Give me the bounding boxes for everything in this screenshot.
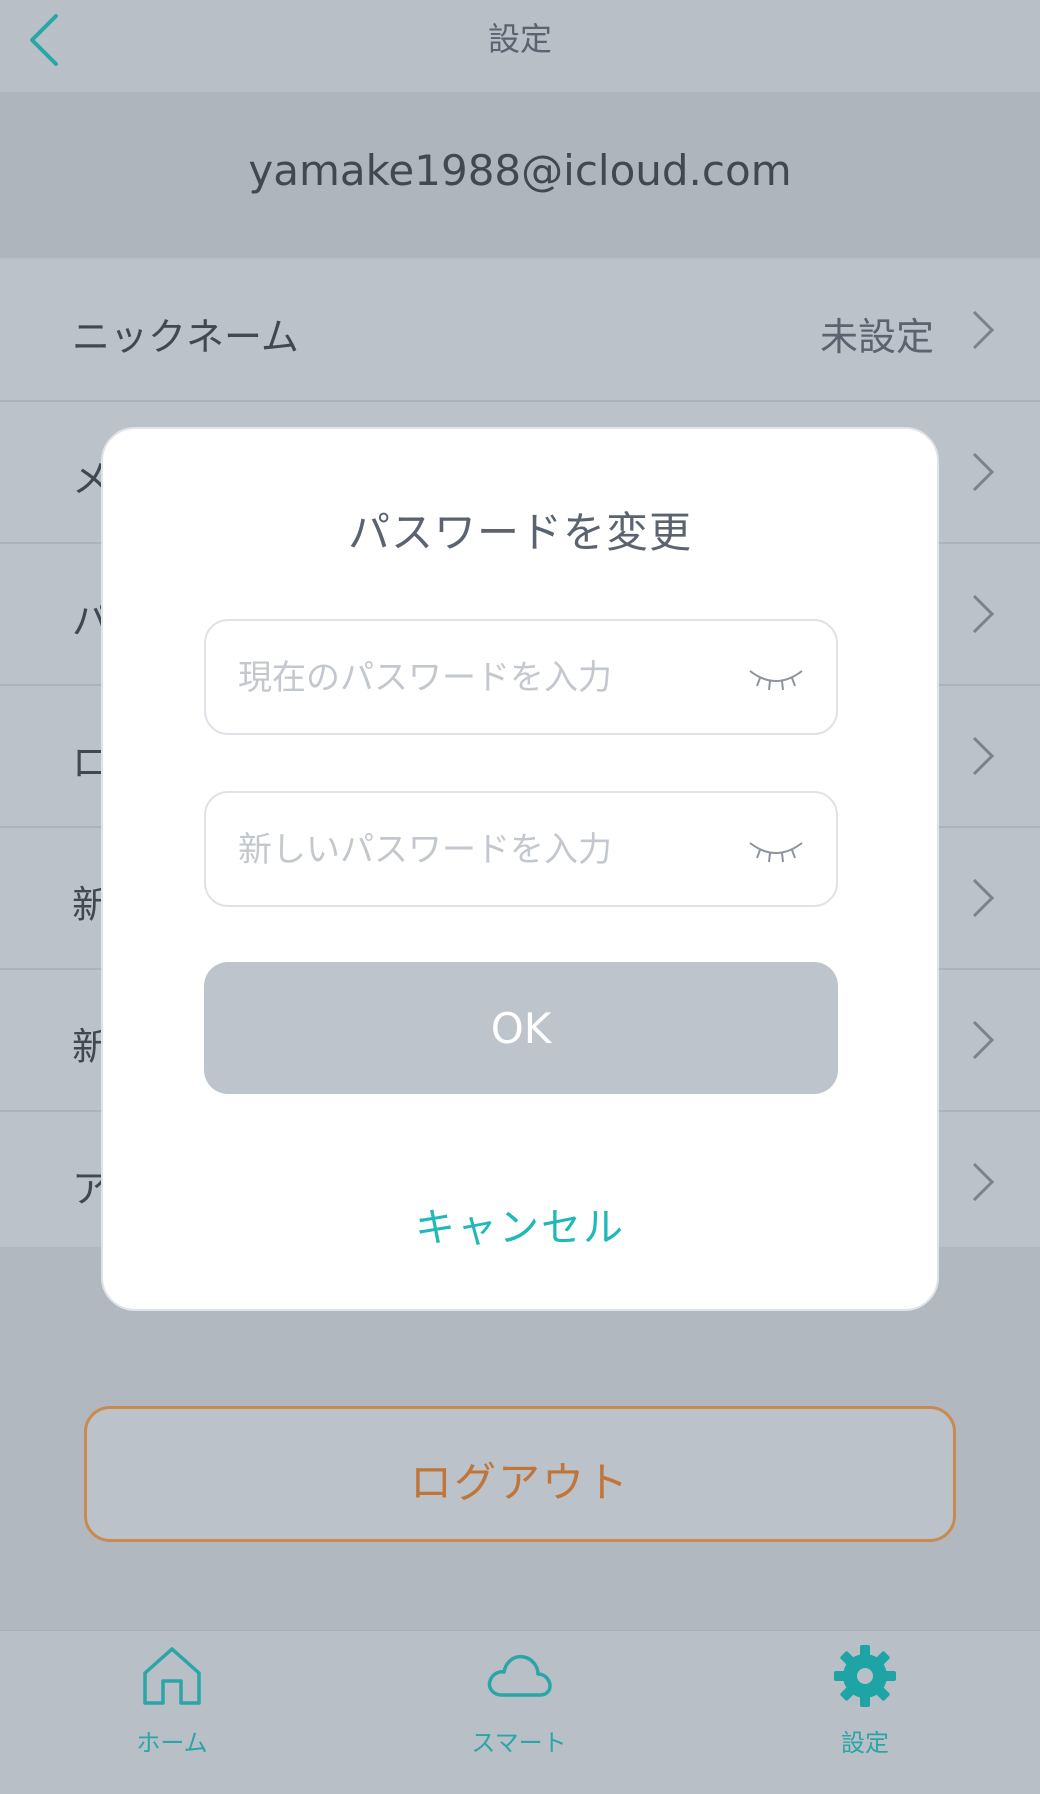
tab-label: スマート	[471, 1729, 567, 1757]
tab-bar: ホーム スマート 設定	[0, 1630, 1040, 1794]
chevron-right-icon	[972, 310, 995, 350]
current-password-input[interactable]	[238, 651, 718, 705]
gear-icon	[834, 1645, 896, 1707]
eye-closed-icon[interactable]	[746, 833, 806, 867]
new-password-field[interactable]	[204, 791, 838, 907]
ok-button-label: OK	[490, 1004, 552, 1053]
home-icon	[143, 1647, 201, 1705]
chevron-right-icon	[972, 1020, 995, 1060]
tab-home[interactable]: ホーム	[82, 1641, 262, 1781]
tab-settings[interactable]: 設定	[775, 1641, 955, 1781]
settings-row-value: 未設定	[819, 315, 934, 359]
change-password-dialog: パスワードを変更 OK キャンセル	[101, 427, 939, 1311]
settings-row-label: ニックネーム	[72, 315, 299, 359]
eye-closed-icon[interactable]	[746, 661, 806, 695]
chevron-right-icon	[972, 594, 995, 634]
settings-row-nickname[interactable]: ニックネーム 未設定	[0, 260, 1040, 402]
dialog-title: パスワードを変更	[347, 508, 692, 557]
chevron-right-icon	[972, 736, 995, 776]
tab-label: 設定	[841, 1729, 889, 1757]
account-section: yamake1988@icloud.com	[0, 92, 1040, 258]
page-title: 設定	[487, 20, 552, 58]
chevron-right-icon	[972, 452, 995, 492]
logout-button[interactable]: ログアウト	[84, 1406, 956, 1542]
cancel-button[interactable]: キャンセル	[103, 1195, 937, 1253]
logout-label: ログアウト	[409, 1458, 630, 1507]
ok-button[interactable]: OK	[204, 962, 838, 1094]
chevron-right-icon	[972, 1162, 995, 1202]
tab-label: ホーム	[136, 1729, 208, 1757]
current-password-field[interactable]	[204, 619, 838, 735]
chevron-right-icon	[972, 878, 995, 918]
navigation-bar: 設定	[0, 0, 1040, 92]
new-password-input[interactable]	[238, 823, 718, 877]
tab-smart[interactable]: スマート	[429, 1641, 609, 1781]
cloud-icon	[487, 1654, 552, 1697]
account-email: yamake1988@icloud.com	[248, 146, 792, 195]
